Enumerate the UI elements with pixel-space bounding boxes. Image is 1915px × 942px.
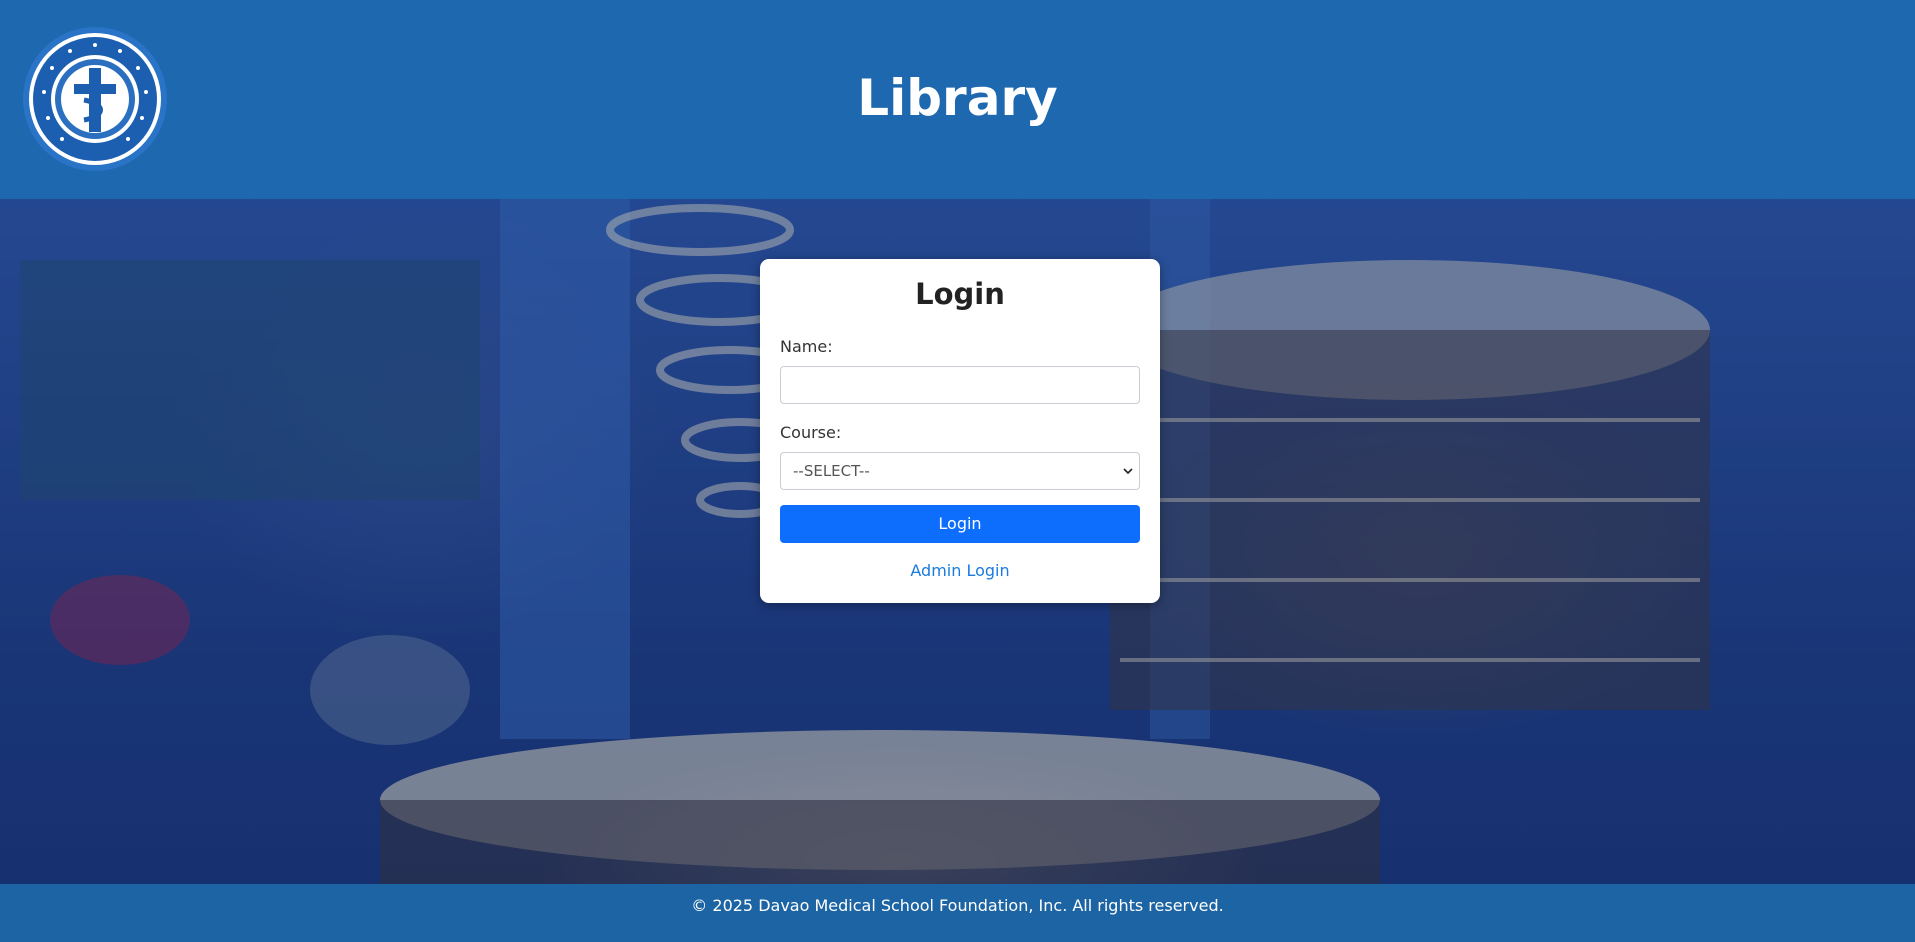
- page: Library Login Name: Course: --SELECT-- L…: [0, 0, 1915, 942]
- course-label: Course:: [780, 423, 842, 442]
- copyright-text: © 2025 Davao Medical School Foundation, …: [691, 896, 1224, 915]
- site-header: Library: [0, 0, 1915, 199]
- course-selected-value: --SELECT--: [793, 462, 870, 480]
- page-title: Library: [857, 69, 1058, 127]
- chevron-down-icon: [1123, 468, 1133, 475]
- admin-login-link[interactable]: Admin Login: [760, 561, 1160, 580]
- login-button[interactable]: Login: [780, 505, 1140, 543]
- login-card: Login Name: Course: --SELECT-- Login Adm…: [760, 259, 1160, 603]
- name-input[interactable]: [780, 366, 1140, 404]
- login-title: Login: [915, 277, 1005, 311]
- course-select[interactable]: --SELECT--: [780, 452, 1140, 490]
- site-footer: © 2025 Davao Medical School Foundation, …: [0, 884, 1915, 942]
- name-label: Name:: [780, 337, 833, 356]
